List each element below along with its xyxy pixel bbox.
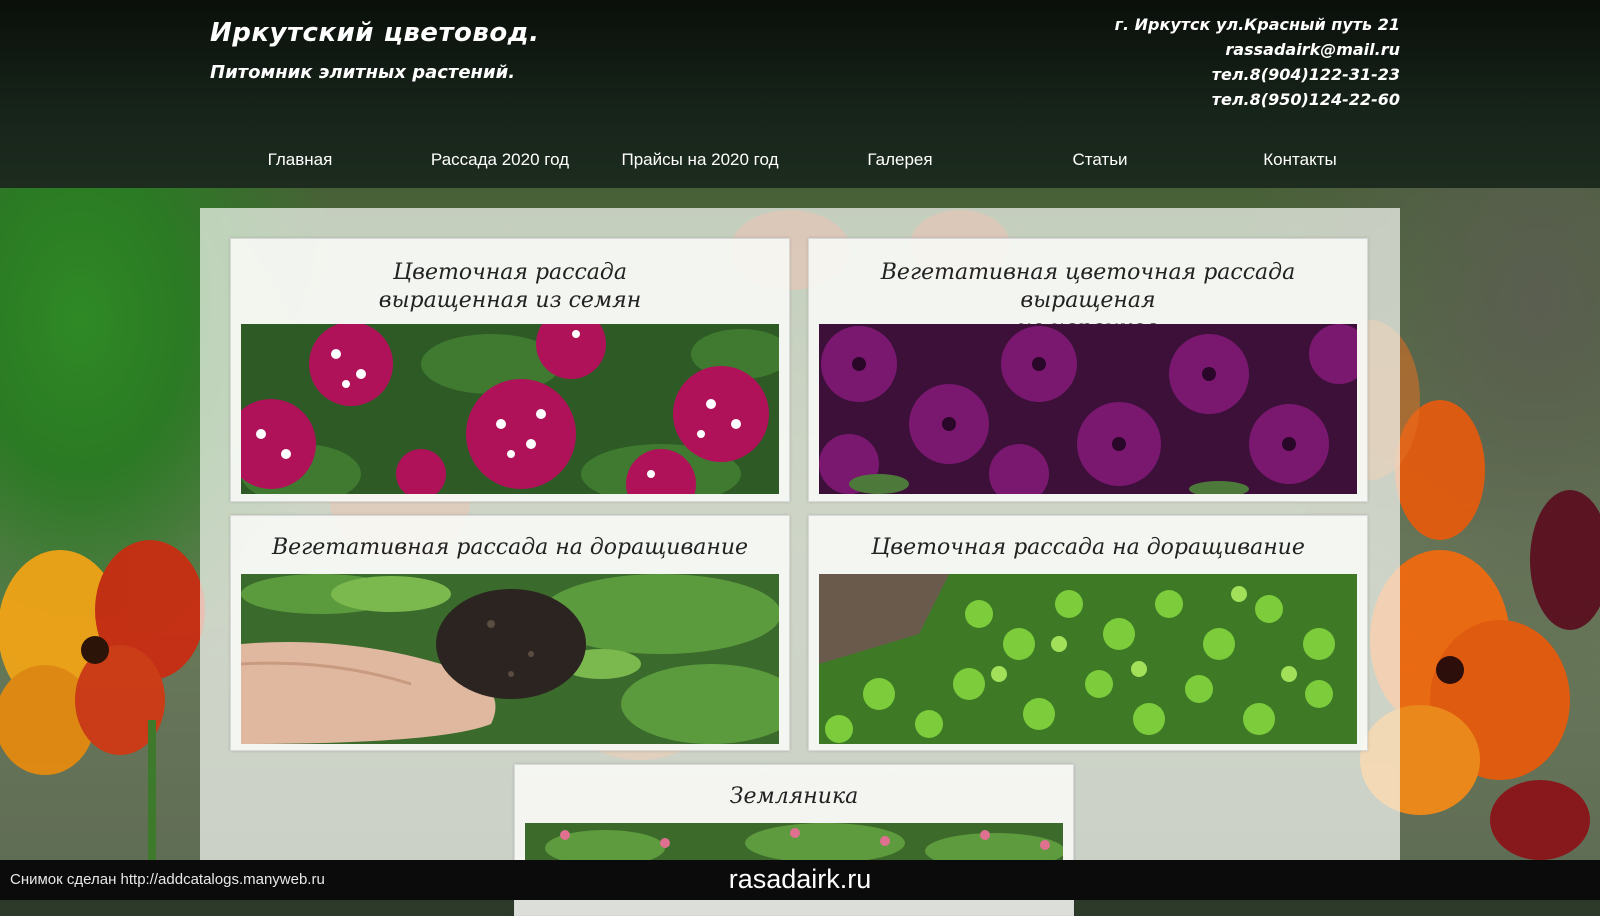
contact-address: г. Иркутск ул.Красный путь 21 <box>1114 15 1400 34</box>
site-subtitle: Питомник элитных растений. <box>210 62 516 83</box>
card-title: Цветочная рассада выращенная из семян <box>231 239 789 315</box>
category-card-vegetative-growing[interactable]: Вегетативная рассада на доращивание <box>230 515 790 751</box>
card-title-line: Цветочная рассада <box>393 260 627 285</box>
site-domain: rasadairk.ru <box>728 864 872 894</box>
main-nav: Главная Рассада 2020 год Прайсы на 2020 … <box>200 145 1400 175</box>
category-card-flower-growing[interactable]: Цветочная рассада на доращивание <box>808 515 1368 751</box>
category-card-cuttings-seedlings[interactable]: Вегетативная цветочная рассада выращеная… <box>808 238 1368 502</box>
snapshot-footer-bar: Снимок сделан http://addcatalogs.manyweb… <box>0 860 1600 900</box>
nav-item-prices-2020[interactable]: Прайсы на 2020 год <box>600 145 800 175</box>
strawberry-plants-photo[interactable] <box>525 823 1063 863</box>
green-seedlings-tray-photo[interactable] <box>819 574 1357 744</box>
left-pansy <box>0 540 205 860</box>
contact-info: г. Иркутск ул.Красный путь 21 rassadairk… <box>1115 12 1400 112</box>
petunia-flowers-photo[interactable] <box>819 324 1357 494</box>
category-card-seed-seedlings[interactable]: Цветочная рассада выращенная из семян <box>230 238 790 502</box>
card-title-line: Вегетативная цветочная рассада выращеная <box>880 260 1296 313</box>
nav-item-gallery[interactable]: Галерея <box>800 145 1000 175</box>
card-title-line: Земляника <box>729 784 859 809</box>
nav-item-home[interactable]: Главная <box>200 145 400 175</box>
card-title-line: выращенная из семян <box>378 288 642 313</box>
card-title: Цветочная рассада на доращивание <box>809 516 1367 562</box>
contact-email[interactable]: rassadairk@mail.ru <box>1115 37 1400 62</box>
content-panel: Цветочная рассада выращенная из семян Ве… <box>200 208 1400 916</box>
seedling-plug-in-hand-photo[interactable] <box>241 574 779 744</box>
card-title-line: Вегетативная рассада на доращивание <box>271 535 749 560</box>
card-title: Земляника <box>515 765 1073 811</box>
contact-phone-1: тел.8(904)122-31-23 <box>1211 65 1400 84</box>
card-title-line: Цветочная рассада на доращивание <box>871 535 1305 560</box>
nav-item-seedlings-2020[interactable]: Рассада 2020 год <box>400 145 600 175</box>
card-title: Вегетативная рассада на доращивание <box>231 516 789 562</box>
nav-item-contacts[interactable]: Контакты <box>1200 145 1400 175</box>
nav-item-articles[interactable]: Статьи <box>1000 145 1200 175</box>
site-header: Иркутский цветовод. Питомник элитных рас… <box>0 0 1600 188</box>
site-title[interactable]: Иркутский цветовод. <box>210 18 540 48</box>
contact-phone-2: тел.8(950)124-22-60 <box>1211 90 1400 109</box>
verbena-flowers-photo[interactable] <box>241 324 779 494</box>
